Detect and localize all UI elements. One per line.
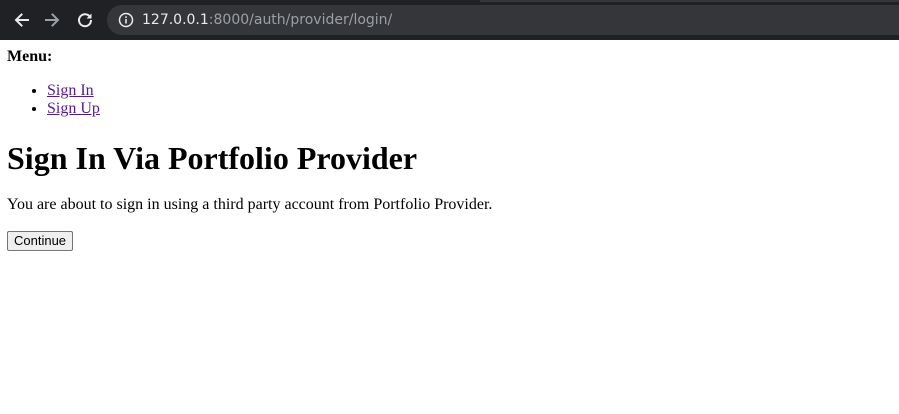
menu-list: Sign In Sign Up	[7, 82, 899, 118]
reload-icon	[76, 11, 94, 29]
intro-text: You are about to sign in using a third p…	[7, 196, 493, 213]
page-content: Menu: Sign In Sign Up Sign In Via Portfo…	[0, 40, 899, 414]
forward-button[interactable]	[41, 8, 65, 32]
tab-strip-edge	[480, 0, 899, 2]
back-arrow-icon	[12, 11, 30, 29]
menu-item-sign-up: Sign Up	[47, 100, 899, 118]
url-text[interactable]: 127.0.0.1:8000/auth/provider/login/	[142, 12, 392, 28]
menu-item-sign-in: Sign In	[47, 82, 899, 100]
continue-button[interactable]: Continue	[7, 231, 74, 251]
sign-up-link[interactable]: Sign Up	[47, 100, 100, 117]
url-path: :8000/auth/provider/login/	[208, 12, 393, 28]
info-icon[interactable]	[118, 12, 134, 28]
browser-toolbar: 127.0.0.1:8000/auth/provider/login/	[0, 0, 899, 40]
url-host: 127.0.0.1	[142, 12, 209, 28]
sign-in-link[interactable]: Sign In	[47, 82, 94, 99]
back-button[interactable]	[9, 8, 33, 32]
menu-label: Menu:	[7, 48, 53, 65]
reload-button[interactable]	[73, 8, 97, 32]
page-title: Sign In Via Portfolio Provider	[7, 140, 418, 176]
forward-arrow-icon	[44, 11, 62, 29]
address-bar[interactable]: 127.0.0.1:8000/auth/provider/login/	[107, 5, 899, 35]
